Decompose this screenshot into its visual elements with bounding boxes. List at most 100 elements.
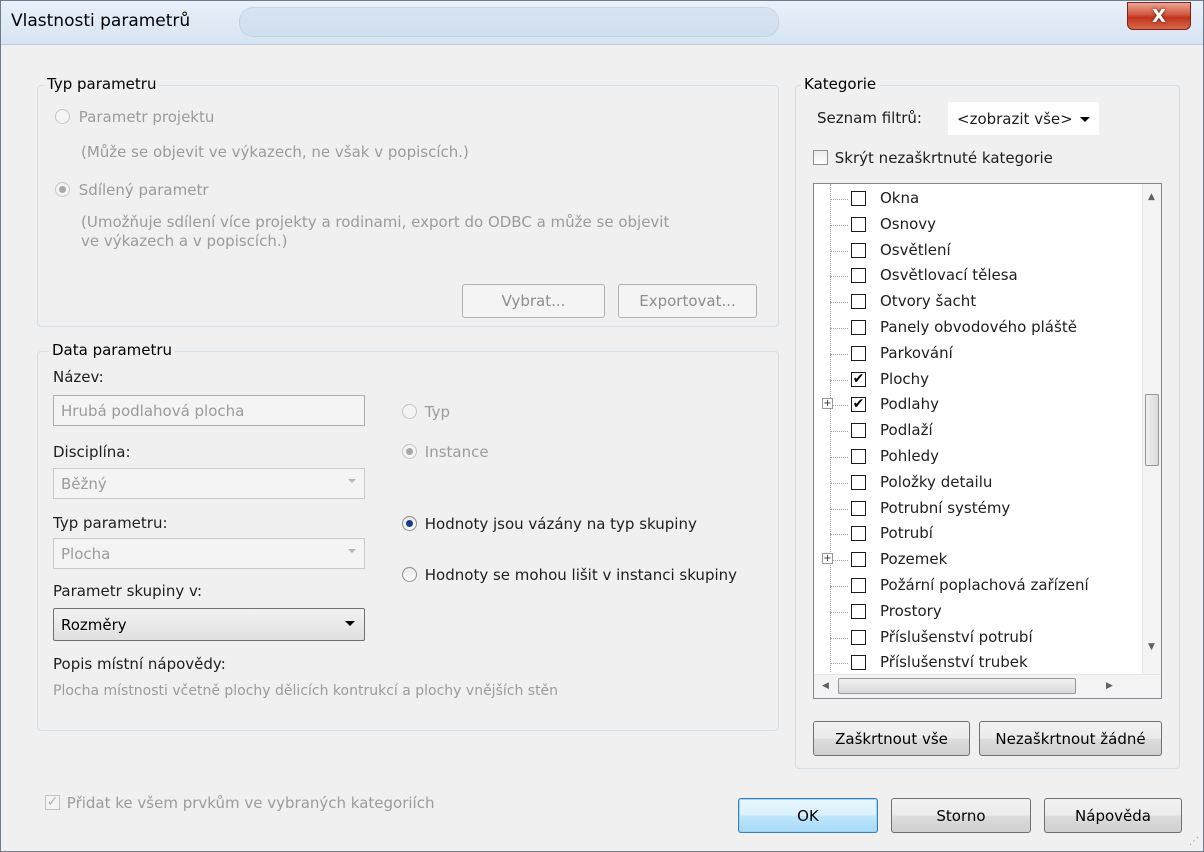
category-label: Panely obvodového pláště bbox=[880, 318, 1077, 336]
category-checkbox[interactable] bbox=[851, 345, 866, 361]
add-to-all-label: Přidat ke všem prvkům ve vybraných kateg… bbox=[66, 793, 435, 812]
group-parameter-dropdown[interactable]: Rozměry bbox=[53, 608, 365, 641]
category-item[interactable]: Panely obvodového pláště bbox=[814, 316, 1136, 342]
category-item[interactable]: Podlaží bbox=[814, 419, 1136, 445]
shared-parameter-option[interactable]: Sdílený parametr bbox=[55, 180, 209, 199]
category-checkbox[interactable] bbox=[851, 242, 866, 258]
group-type-values-radio[interactable] bbox=[402, 516, 417, 531]
vertical-scrollbar[interactable]: ▲ ▼ bbox=[1142, 184, 1161, 674]
project-parameter-description: (Může se objevit ve výkazech, ne však v … bbox=[81, 143, 469, 161]
cancel-button[interactable]: Storno bbox=[891, 798, 1031, 833]
chevron-down-icon bbox=[348, 549, 356, 553]
vertical-scroll-thumb[interactable] bbox=[1145, 394, 1159, 466]
chevron-down-icon bbox=[348, 479, 356, 483]
add-to-all-option[interactable]: ✓ Přidat ke všem prvkům ve vybraných kat… bbox=[45, 793, 434, 812]
category-checkbox[interactable] bbox=[851, 191, 866, 206]
scroll-right-icon[interactable]: ▶ bbox=[1106, 681, 1113, 691]
group-parameter-value: Rozměry bbox=[61, 615, 127, 634]
instance-radio[interactable] bbox=[402, 444, 417, 459]
group-type-values-label: Hodnoty jsou vázány na typ skupiny bbox=[424, 514, 697, 533]
category-item[interactable]: Okna bbox=[814, 187, 1136, 213]
add-to-all-checkbox[interactable]: ✓ bbox=[45, 795, 60, 810]
category-checkbox[interactable] bbox=[851, 268, 866, 284]
check-all-button[interactable]: Zaškrtnout vše bbox=[813, 721, 970, 756]
category-checkbox[interactable] bbox=[851, 474, 866, 490]
chevron-down-icon bbox=[1080, 117, 1090, 122]
resize-grip-icon[interactable]: ⋰ bbox=[1189, 836, 1199, 847]
horizontal-scrollbar[interactable]: ◀ ▶ bbox=[814, 674, 1161, 698]
category-item[interactable]: Potrubní systémy bbox=[814, 497, 1136, 523]
group-instance-values-option[interactable]: Hodnoty se mohou lišit v instanci skupin… bbox=[402, 565, 737, 584]
discipline-dropdown[interactable]: Běžný bbox=[53, 468, 365, 499]
instance-label: Instance bbox=[424, 442, 489, 461]
tree-connector bbox=[830, 508, 848, 510]
category-item[interactable]: Pohledy bbox=[814, 445, 1136, 471]
scroll-up-icon[interactable]: ▲ bbox=[1148, 192, 1155, 202]
scroll-down-icon[interactable]: ▼ bbox=[1148, 642, 1155, 652]
ok-button[interactable]: OK bbox=[738, 798, 878, 833]
category-checkbox[interactable] bbox=[851, 449, 866, 464]
category-tree[interactable]: Okna Osnovy Osvětlení Osvětlovací tělesa Otv… bbox=[813, 183, 1162, 699]
help-button[interactable]: Nápověda bbox=[1044, 798, 1182, 833]
name-field[interactable]: Hrubá podlahová plocha bbox=[53, 395, 365, 426]
select-button[interactable]: Vybrat... bbox=[462, 284, 605, 318]
category-item[interactable]: + Pozemek bbox=[814, 548, 1136, 574]
tree-connector bbox=[830, 224, 848, 226]
group-instance-values-radio[interactable] bbox=[402, 567, 417, 582]
type-option[interactable]: Typ bbox=[402, 402, 450, 421]
category-checkbox[interactable] bbox=[851, 578, 866, 593]
project-parameter-option[interactable]: Parametr projektu bbox=[55, 107, 214, 126]
group-parameter-label: Parametr skupiny v: bbox=[53, 582, 203, 600]
parameter-type-value: Plocha bbox=[61, 544, 111, 563]
category-item[interactable]: Parkování bbox=[814, 342, 1136, 368]
category-checkbox[interactable]: ✔ bbox=[851, 397, 866, 413]
category-item[interactable]: Osvětlovací tělesa bbox=[814, 264, 1136, 290]
project-parameter-radio[interactable] bbox=[55, 109, 70, 124]
shared-parameter-radio[interactable] bbox=[55, 182, 70, 197]
category-checkbox[interactable] bbox=[851, 320, 866, 335]
expand-icon[interactable]: + bbox=[822, 553, 833, 565]
category-checkbox[interactable] bbox=[851, 603, 866, 619]
hide-unchecked-option[interactable]: Skrýt nezaškrtnuté kategorie bbox=[813, 148, 1053, 167]
horizontal-scroll-thumb[interactable] bbox=[838, 678, 1076, 694]
scroll-left-icon[interactable]: ◀ bbox=[822, 681, 829, 691]
category-checkbox[interactable] bbox=[851, 423, 866, 439]
category-checkbox[interactable] bbox=[851, 526, 866, 542]
tree-connector bbox=[830, 379, 848, 381]
discipline-label: Disciplína: bbox=[53, 443, 131, 461]
filter-list-label: Seznam filtrů: bbox=[817, 109, 922, 127]
category-item[interactable]: Prostory bbox=[814, 600, 1136, 626]
category-item[interactable]: Položky detailu bbox=[814, 471, 1136, 497]
category-item[interactable]: Osvětlení bbox=[814, 239, 1136, 265]
hide-unchecked-checkbox[interactable] bbox=[813, 150, 828, 165]
category-checkbox[interactable]: ✔ bbox=[851, 371, 866, 387]
category-label: Osvětlení bbox=[880, 240, 951, 259]
uncheck-all-button[interactable]: Nezaškrtnout žádné bbox=[979, 721, 1162, 756]
type-radio[interactable] bbox=[402, 404, 417, 419]
category-item[interactable]: Požární poplachová zařízení bbox=[814, 574, 1136, 600]
category-item[interactable]: Otvory šacht bbox=[814, 290, 1136, 316]
export-button[interactable]: Exportovat... bbox=[618, 284, 757, 318]
category-checkbox[interactable] bbox=[851, 552, 866, 568]
category-checkbox[interactable] bbox=[851, 216, 866, 232]
shared-parameter-description-line2: ve výkazech a v popiscích.) bbox=[81, 232, 288, 250]
category-item[interactable]: Příslušenství potrubí bbox=[814, 626, 1136, 652]
category-checkbox[interactable] bbox=[851, 655, 866, 671]
category-item[interactable]: ✔ Plochy bbox=[814, 368, 1136, 394]
category-checkbox[interactable] bbox=[851, 500, 866, 516]
category-item[interactable]: + ✔ Podlahy bbox=[814, 393, 1136, 419]
instance-option[interactable]: Instance bbox=[402, 442, 489, 461]
group-type-values-option[interactable]: Hodnoty jsou vázány na typ skupiny bbox=[402, 514, 697, 533]
close-button[interactable]: X bbox=[1127, 2, 1191, 30]
filter-list-dropdown[interactable]: <zobrazit vše> bbox=[947, 101, 1100, 136]
window-title: Vlastnosti parametrů bbox=[11, 11, 191, 31]
parameter-data-legend: Data parametru bbox=[49, 341, 176, 359]
parameter-type-dropdown[interactable]: Plocha bbox=[53, 538, 365, 569]
category-item[interactable]: Osnovy bbox=[814, 213, 1136, 239]
category-label: Požární poplachová zařízení bbox=[880, 576, 1089, 594]
category-item[interactable]: Potrubí bbox=[814, 522, 1136, 548]
expand-icon[interactable]: + bbox=[822, 398, 833, 410]
tooltip-description-label: Popis místní nápovědy: bbox=[53, 655, 226, 673]
category-checkbox[interactable] bbox=[851, 629, 866, 645]
category-checkbox[interactable] bbox=[851, 294, 866, 310]
